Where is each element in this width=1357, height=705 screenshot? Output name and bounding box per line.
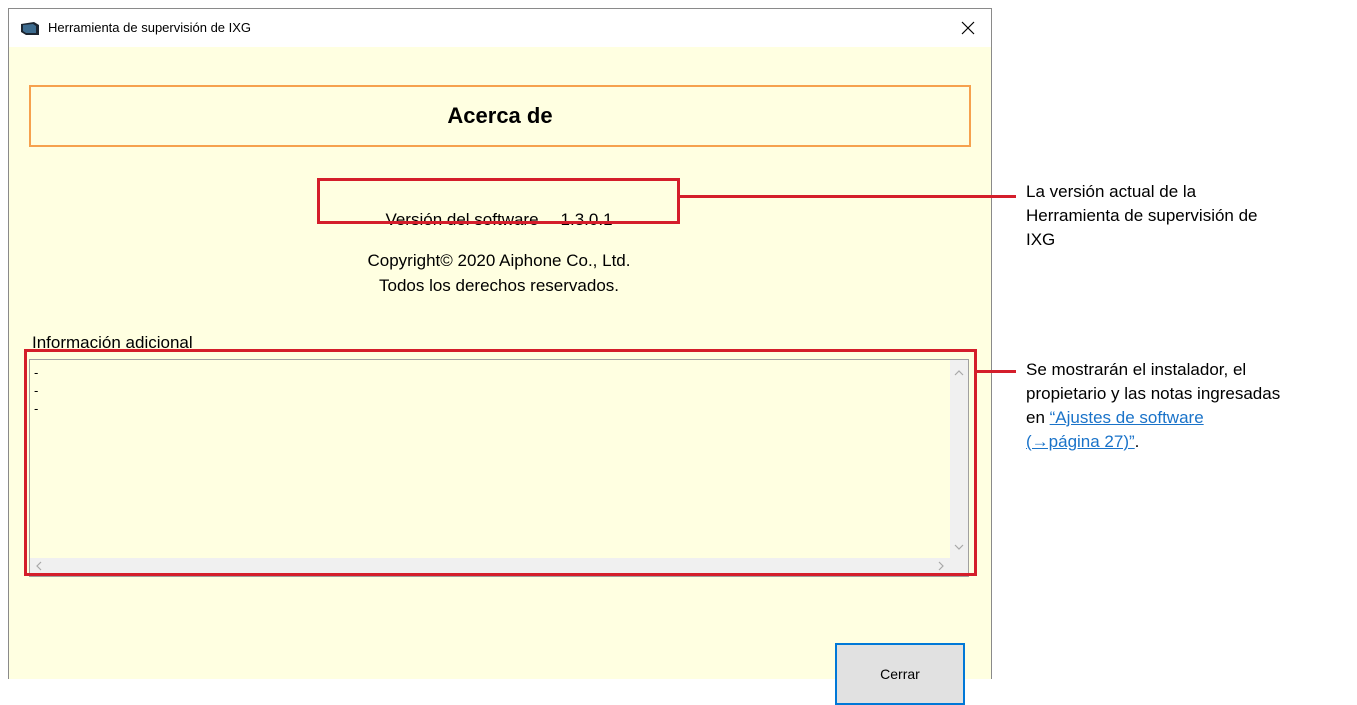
callout-line: IXG [1026,230,1056,249]
title-bar[interactable]: Herramienta de supervisión de IXG [9,9,991,47]
callout-line: La versión actual de la [1026,182,1197,201]
callout-line: Herramienta de supervisión de [1026,206,1258,225]
callout-suffix: . [1134,432,1140,451]
close-dialog-button[interactable]: Cerrar [835,643,965,705]
copyright-text: Copyright© 2020 Aiphone Co., Ltd. Todos … [209,248,789,298]
about-dialog-window: Herramienta de supervisión de IXG Acerca… [8,8,992,705]
info-leader-line [977,370,1016,373]
window-title: Herramienta de supervisión de IXG [48,20,252,35]
dialog-header: Acerca de [29,85,971,147]
rights-line: Todos los derechos reservados. [378,276,620,295]
version-callout: La versión actual de la Herramienta de s… [1026,180,1258,252]
copyright-line: Copyright© 2020 Aiphone Co., Ltd. [367,251,631,270]
software-settings-page-link[interactable]: (→página 27)” [1026,432,1135,451]
app-icon [20,21,40,41]
callout-line-link: (→página 27)”. [1026,430,1280,454]
callout-prefix: en [1026,408,1050,427]
version-highlight-frame [317,178,680,224]
info-callout: Se mostrarán el instalador, el propietar… [1026,358,1280,454]
window-close-button[interactable] [945,9,991,47]
info-highlight-frame [24,349,977,576]
close-icon [961,21,975,35]
version-leader-line [680,195,1016,198]
header-title: Acerca de [447,103,553,128]
software-settings-link[interactable]: “Ajustes de software [1050,408,1204,427]
callout-line: Se mostrarán el instalador, el [1026,360,1247,379]
callout-line: propietario y las notas ingresadas [1026,384,1281,403]
callout-line-link: en “Ajustes de software [1026,406,1280,430]
